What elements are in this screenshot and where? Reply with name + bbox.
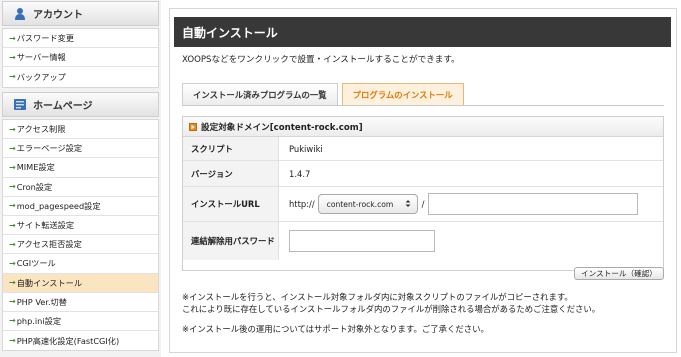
sidebar-item-label: CGIツール — [16, 258, 56, 269]
arrow-icon: → — [9, 336, 16, 346]
arrow-icon: → — [9, 258, 16, 268]
tab-installed-programs[interactable]: インストール済みプログラムの一覧 — [182, 83, 338, 105]
sidebar-item-cron[interactable]: → Cron設定 — [3, 178, 158, 197]
book-icon — [13, 98, 27, 112]
install-url-label: インストールURL — [183, 187, 279, 221]
arrow-icon: → — [9, 201, 16, 211]
arrow-icon: → — [9, 239, 16, 249]
sidebar-item-label: 自動インストール — [16, 277, 83, 288]
account-menu: → パスワード変更 → サーバー情報 → バックアップ — [2, 28, 159, 88]
panel-header: 設定対象ドメイン[content-rock.com] — [183, 117, 663, 137]
sidebar-header-label: アカウント — [33, 10, 83, 21]
row-version: バージョン 1.4.7 — [183, 161, 663, 187]
version-label: バージョン — [183, 161, 279, 186]
sidebar-item-label: アクセス拒否設定 — [16, 239, 82, 250]
tab-divider — [182, 105, 664, 106]
arrow-icon: → — [9, 124, 16, 134]
sidebar-item-label: バックアップ — [16, 71, 66, 82]
sidebar-item-label: MIME設定 — [16, 162, 55, 173]
sidebar-header-account: アカウント — [2, 1, 159, 26]
domain-select[interactable]: content-rock.com — [317, 194, 418, 214]
version-value: 1.4.7 — [289, 168, 311, 179]
script-label: スクリプト — [183, 137, 279, 160]
install-url-controls: http:// content-rock.com / — [279, 187, 663, 221]
sidebar-item-cgi-tools[interactable]: → CGIツール — [3, 254, 158, 274]
unlock-password-label: 連結解除用パスワード — [183, 222, 279, 260]
page-title: 自動インストール — [174, 17, 671, 47]
row-install-url: インストールURL http:// content-rock.com / — [183, 187, 663, 222]
intro-text: XOOPSなどをワンクリックで設置・インストールすることができます。 — [182, 55, 460, 65]
arrow-icon: → — [9, 72, 16, 82]
sidebar-item-fastcgi[interactable]: → PHP高速化設定(FastCGI化) — [3, 331, 158, 350]
sidebar-item-site-redirect[interactable]: → サイト転送設定 — [3, 216, 158, 236]
install-form-panel: 設定対象ドメイン[content-rock.com] スクリプト Pukiwik… — [182, 116, 664, 271]
sidebar-item-label: mod_pagespeed設定 — [16, 200, 101, 211]
arrow-icon: → — [9, 278, 16, 288]
install-confirm-button[interactable]: インストール（確認） — [574, 267, 664, 280]
updown-chevron-icon — [405, 199, 411, 210]
sidebar-item-label: Cron設定 — [16, 181, 53, 192]
sidebar-item-mime[interactable]: → MIME設定 — [3, 158, 158, 178]
sidebar-item-pagespeed[interactable]: → mod_pagespeed設定 — [3, 197, 158, 216]
user-icon — [13, 7, 27, 21]
arrow-icon: → — [9, 162, 16, 172]
sidebar-item-label: php.ini設定 — [16, 315, 62, 326]
sidebar-item-password[interactable]: → パスワード変更 — [3, 29, 158, 49]
tab-bar: インストール済みプログラムの一覧 プログラムのインストール — [182, 83, 468, 105]
unlock-password-input[interactable] — [289, 230, 435, 252]
arrow-icon: → — [9, 220, 16, 230]
arrow-icon: → — [9, 297, 16, 307]
tab-install-program[interactable]: プログラムのインストール — [341, 83, 464, 105]
sidebar-header-homepage: ホームページ — [2, 92, 159, 117]
note-support: ※インストール後の運用についてはサポート対象外となります。ご了承ください。 — [182, 324, 489, 334]
arrow-icon: → — [9, 316, 16, 326]
url-prefix: http:// — [289, 199, 315, 209]
sidebar-item-label: アクセス制限 — [16, 124, 66, 135]
homepage-menu: → アクセス制限 → エラーページ設定 → MIME設定 → Cron設定 → mod_p… — [2, 119, 159, 352]
row-unlock-password: 連結解除用パスワード — [183, 222, 663, 260]
arrow-icon: → — [9, 143, 16, 153]
sidebar-item-php-version[interactable]: → PHP Ver.切替 — [3, 293, 158, 312]
unlock-password-cell — [279, 222, 663, 260]
sidebar-item-auto-install[interactable]: → 自動インストール — [3, 273, 158, 293]
sidebar-item-label: サーバー情報 — [16, 52, 66, 63]
sidebar-item-label: PHP Ver.切替 — [16, 296, 67, 307]
sidebar-item-access-deny[interactable]: → アクセス拒否設定 — [3, 235, 158, 255]
panel-title: 設定対象ドメイン[content-rock.com] — [201, 122, 363, 133]
row-script: スクリプト Pukiwiki — [183, 137, 663, 161]
sidebar-item-label: PHP高速化設定(FastCGI化) — [16, 335, 120, 346]
sidebar-item-label: エラーページ設定 — [16, 143, 83, 154]
url-separator: / — [421, 199, 425, 209]
main-content: 自動インストール XOOPSなどをワンクリックで設置・インストールすることができ… — [169, 8, 677, 353]
bullet-icon — [189, 122, 197, 131]
sidebar-item-label: サイト転送設定 — [16, 220, 75, 231]
arrow-icon: → — [9, 182, 16, 192]
install-path-input[interactable] — [427, 193, 638, 215]
sidebar: アカウント → パスワード変更 → サーバー情報 → バックアップ ホームページ → ア… — [0, 0, 161, 357]
sidebar-item-error-page[interactable]: → エラーページ設定 — [3, 139, 158, 159]
note-copy-warning: ※インストールを行うと、インストール対象フォルダ内に対象スクリプトのファイルがコ… — [182, 292, 573, 302]
arrow-icon: → — [9, 33, 16, 43]
sidebar-item-server-info[interactable]: → サーバー情報 — [3, 48, 158, 68]
sidebar-item-label: パスワード変更 — [16, 33, 75, 44]
sidebar-item-access-restriction[interactable]: → アクセス制限 — [3, 120, 158, 140]
sidebar-item-php-ini[interactable]: → php.ini設定 — [3, 312, 158, 332]
note-delete-warning: これにより既に存在しているインストールフォルダ内のファイルが削除される場合がある… — [182, 304, 601, 314]
script-value: Pukiwiki — [289, 143, 323, 154]
sidebar-item-backup[interactable]: → バックアップ — [3, 67, 158, 86]
domain-select-value: content-rock.com — [326, 199, 394, 209]
arrow-icon: → — [9, 52, 16, 62]
sidebar-header-label: ホームページ — [33, 101, 93, 112]
